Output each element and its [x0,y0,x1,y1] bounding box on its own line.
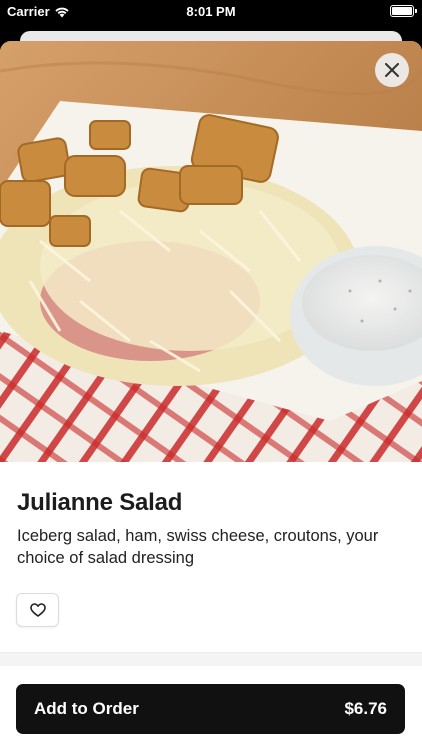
close-button[interactable] [375,53,409,87]
favorite-button[interactable] [16,593,59,627]
item-photo [0,41,422,462]
clock: 8:01 PM [186,4,236,19]
item-detail-sheet: Julianne Salad Iceberg salad, ham, swiss… [0,41,422,750]
item-description: Iceberg salad, ham, swiss cheese, crouto… [17,527,379,567]
heart-icon [29,603,46,617]
item-price: $6.76 [344,699,387,718]
close-icon [385,63,399,77]
add-to-order-label: Add to Order [34,699,139,718]
item-title: Julianne Salad [17,489,183,516]
status-bar: Carrier 8:01 PM [0,0,422,22]
add-to-order-button[interactable]: Add to Order $6.76 [16,684,405,734]
battery-icon [390,5,417,17]
section-divider [0,652,422,666]
